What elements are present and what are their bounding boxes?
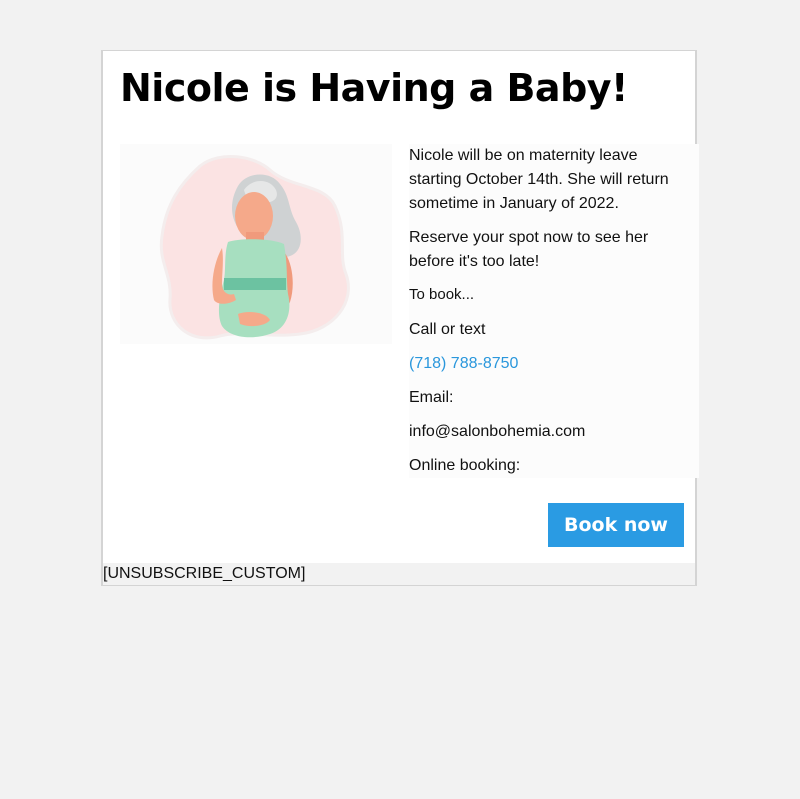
unsubscribe-footer[interactable]: [UNSUBSCRIBE_CUSTOM] [103, 563, 697, 585]
to-book-text: To book... [409, 286, 475, 303]
call-label: Call or text [409, 321, 486, 338]
email-address: info@salonbohemia.com [409, 423, 586, 440]
phone-line: (718) 788-8750 [409, 352, 679, 376]
email-card: Nicole is Having a Baby! Nicole will be … [101, 50, 699, 586]
online-booking-label: Online booking: [409, 457, 521, 474]
email-body: Nicole will be on maternity leave starti… [409, 144, 699, 478]
pregnant-woman-illustration [120, 144, 392, 344]
email-label: Email: [409, 389, 454, 406]
phone-link[interactable]: (718) 788-8750 [409, 355, 518, 372]
reserve-text: Reserve your spot now to see her before … [409, 229, 649, 270]
email-title: Nicole is Having a Baby! [120, 66, 628, 110]
book-now-button[interactable]: Book now [548, 503, 684, 547]
maternity-leave-text: Nicole will be on maternity leave starti… [409, 147, 669, 212]
